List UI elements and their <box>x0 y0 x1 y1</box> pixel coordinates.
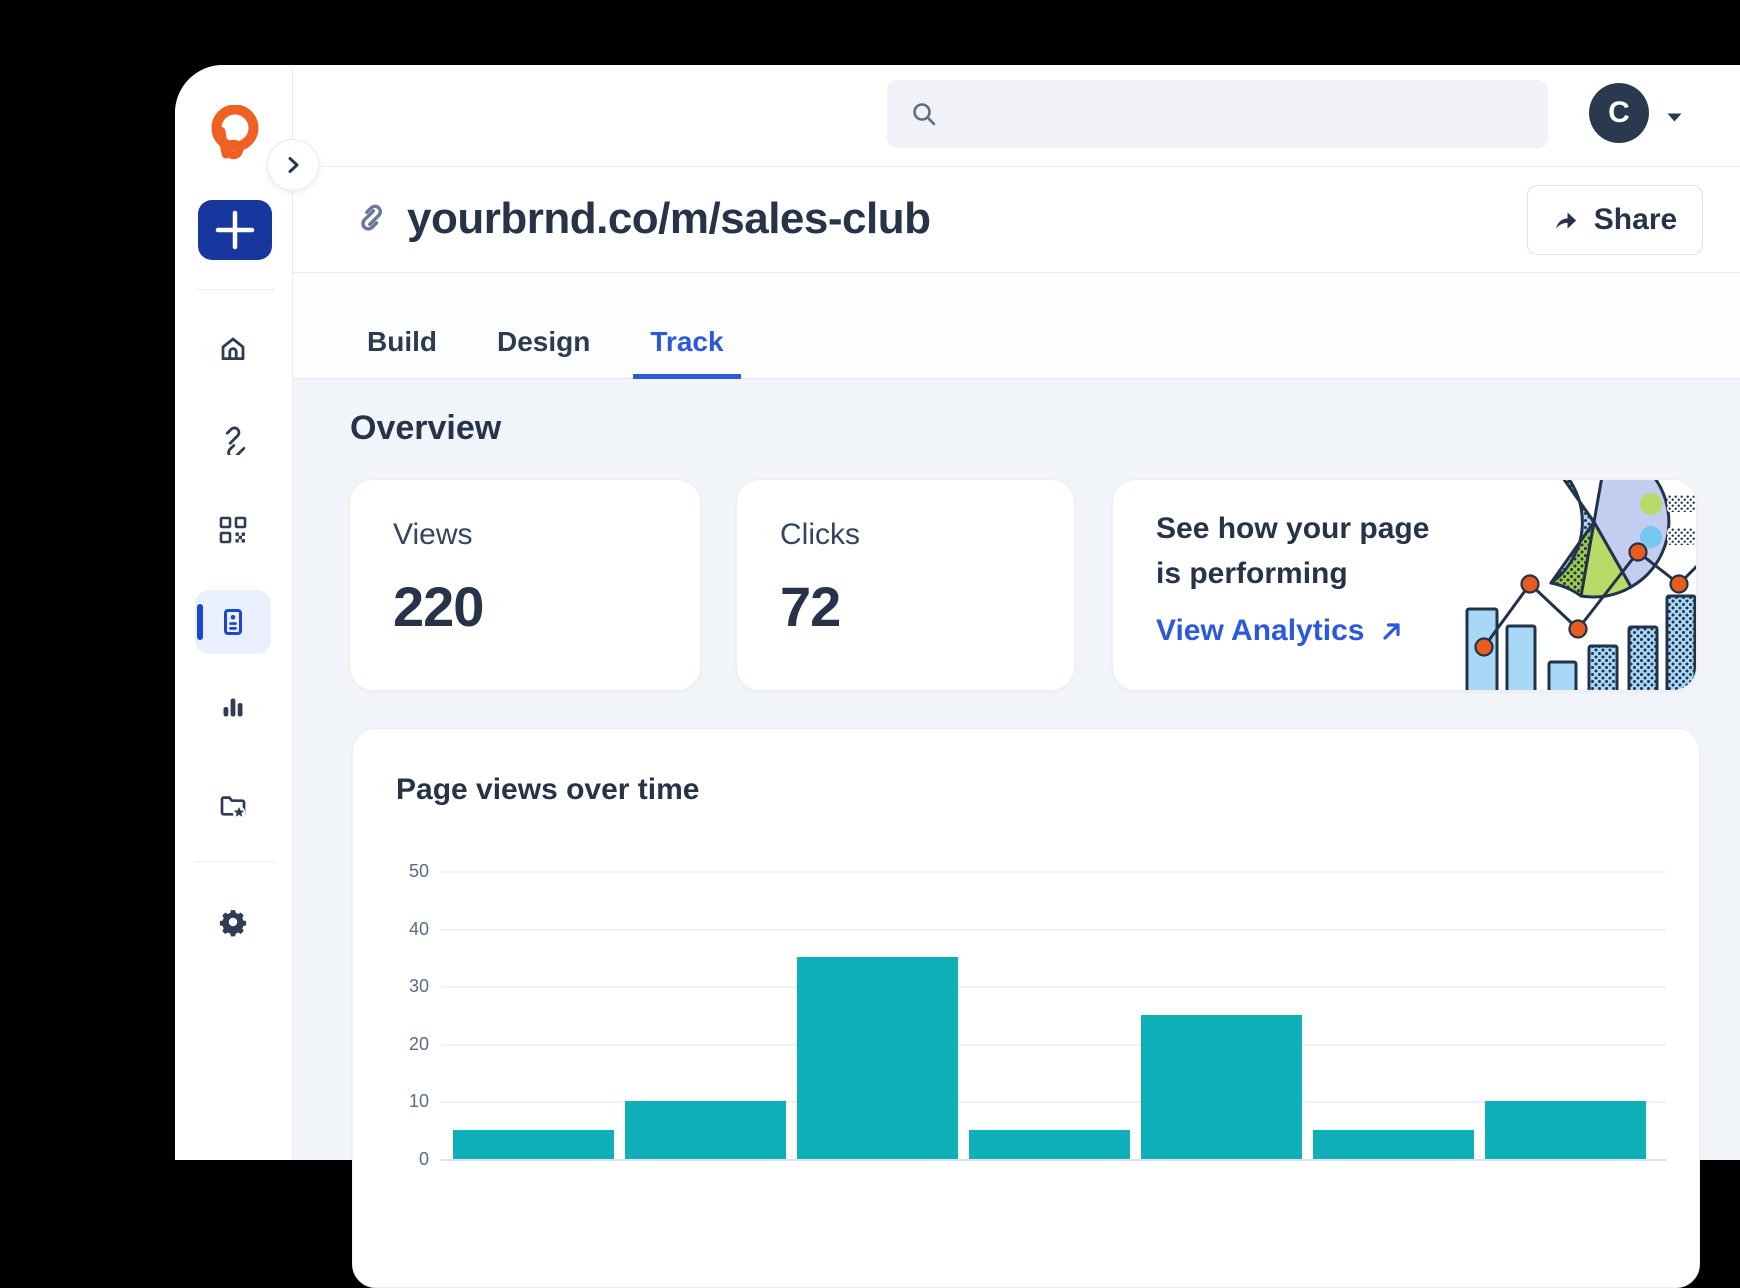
page-views-chart-card: Page views over time 01020304050 <box>352 728 1700 1288</box>
sidebar-item-settings[interactable] <box>195 890 271 954</box>
share-button[interactable]: Share <box>1527 185 1703 255</box>
plus-icon <box>198 200 272 260</box>
stat-label: Clicks <box>780 518 860 552</box>
y-axis-tick-label: 30 <box>383 971 429 1001</box>
gridline <box>441 929 1666 931</box>
sidebar-item-qr-codes[interactable] <box>195 498 271 562</box>
y-axis-tick-label: 10 <box>383 1086 429 1116</box>
main-area: C yourbrnd.co/m/sales-club Share <box>293 65 1740 1160</box>
gridline <box>441 986 1666 988</box>
page-views-bar <box>625 1101 786 1159</box>
sidebar-item-campaigns[interactable] <box>195 774 271 838</box>
sidebar-divider <box>195 861 275 862</box>
track-panel: Overview Views 220 Clicks 72 See how you… <box>293 379 1740 1160</box>
y-axis-tick-label: 40 <box>383 914 429 944</box>
stat-label: Views <box>393 518 472 552</box>
link-icon <box>217 423 249 455</box>
views-stat-card: Views 220 <box>349 479 701 691</box>
chevron-right-icon <box>280 152 306 178</box>
app-window: C yourbrnd.co/m/sales-club Share <box>175 65 1740 1160</box>
gridline <box>441 1159 1666 1161</box>
tab-build[interactable]: Build <box>367 326 437 358</box>
folder-star-icon <box>218 791 248 821</box>
share-button-label: Share <box>1594 203 1677 237</box>
search-icon <box>909 99 939 129</box>
view-analytics-link[interactable]: View Analytics <box>1156 614 1404 648</box>
analytics-promo-card: See how your pageis performing View Anal… <box>1112 479 1697 691</box>
sidebar-expand-button[interactable] <box>267 139 319 191</box>
avatar-initial: C <box>1608 96 1630 130</box>
qr-code-icon <box>218 515 248 545</box>
y-axis-tick-label: 0 <box>383 1144 429 1174</box>
sidebar <box>175 65 293 1160</box>
top-bar: C <box>293 65 1740 167</box>
bar-chart-icon <box>218 692 248 722</box>
search-input[interactable] <box>953 100 1548 128</box>
tab-track[interactable]: Track <box>650 326 723 358</box>
landing-page-icon <box>218 607 248 637</box>
sidebar-item-analytics[interactable] <box>195 675 271 739</box>
sidebar-item-links[interactable] <box>195 407 271 471</box>
search-box[interactable] <box>887 80 1548 148</box>
page-url-title: yourbrnd.co/m/sales-club <box>407 194 930 244</box>
share-arrow-icon <box>1553 206 1581 234</box>
gridline <box>441 871 1666 873</box>
analytics-charts-illustration <box>1461 480 1696 691</box>
promo-title: See how your pageis performing <box>1156 506 1429 596</box>
gridline <box>441 1044 1666 1046</box>
tab-design[interactable]: Design <box>497 326 590 358</box>
sidebar-item-pages[interactable] <box>195 590 271 654</box>
page-views-bar <box>1313 1130 1474 1159</box>
chart-plot: 0 10 20 30 40 50 <box>353 729 1699 1287</box>
stat-value: 220 <box>393 574 483 639</box>
section-title: Overview <box>350 409 501 448</box>
sidebar-item-home[interactable] <box>195 317 271 381</box>
sidebar-divider <box>195 289 275 290</box>
clicks-stat-card: Clicks 72 <box>736 479 1075 691</box>
stat-value: 72 <box>780 574 840 639</box>
avatar[interactable]: C <box>1589 83 1649 143</box>
page-views-bar <box>1485 1101 1646 1159</box>
y-axis-tick-label: 50 <box>383 856 429 886</box>
caret-down-icon[interactable] <box>1667 109 1682 127</box>
page-header-row: yourbrnd.co/m/sales-club Share <box>293 167 1740 273</box>
arrow-up-right-icon <box>1380 619 1404 643</box>
page-views-bar <box>797 957 958 1159</box>
page-views-bar <box>1141 1015 1302 1159</box>
active-indicator-pill <box>197 604 203 640</box>
gear-icon <box>218 907 248 937</box>
page-views-bar <box>453 1130 614 1159</box>
page-views-bar <box>969 1130 1130 1159</box>
home-icon <box>218 334 248 364</box>
y-axis-tick-label: 20 <box>383 1029 429 1059</box>
create-new-button[interactable] <box>198 200 272 260</box>
tab-bar: Build Design Track <box>293 273 1740 379</box>
bitly-logo[interactable] <box>205 105 263 163</box>
link-icon <box>355 201 391 242</box>
